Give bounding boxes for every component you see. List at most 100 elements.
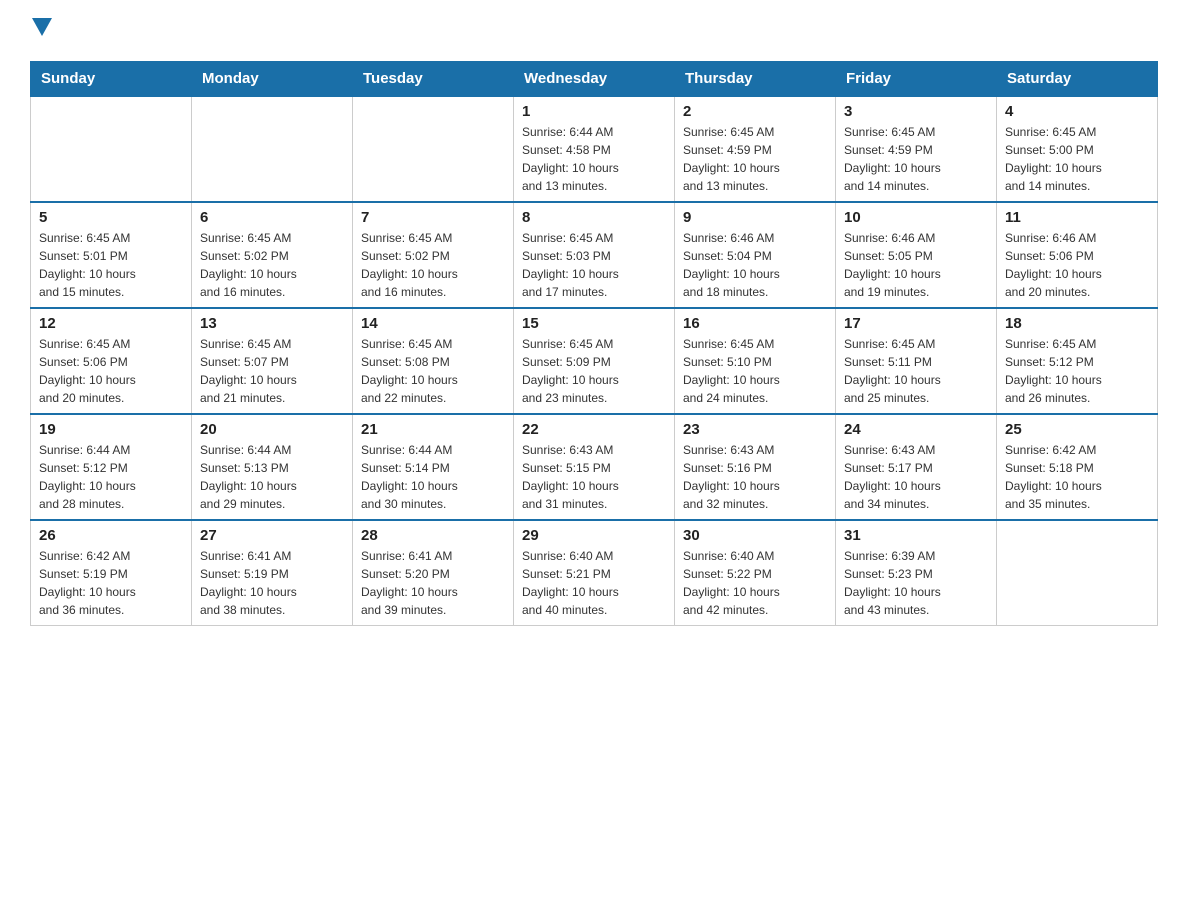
calendar-cell: 14 Sunrise: 6:45 AM Sunset: 5:08 PM Dayli…	[353, 308, 514, 414]
calendar-table: SundayMondayTuesdayWednesdayThursdayFrid…	[30, 61, 1158, 626]
day-number: 8	[522, 209, 666, 226]
day-number: 22	[522, 421, 666, 438]
calendar-week-row: 19 Sunrise: 6:44 AM Sunset: 5:12 PM Dayli…	[31, 414, 1158, 520]
day-info: Sunrise: 6:44 AM Sunset: 5:13 PM Dayligh…	[200, 441, 344, 513]
calendar-cell	[31, 96, 192, 202]
day-info: Sunrise: 6:45 AM Sunset: 5:01 PM Dayligh…	[39, 229, 183, 301]
day-info: Sunrise: 6:41 AM Sunset: 5:20 PM Dayligh…	[361, 547, 505, 619]
weekday-header-friday: Friday	[836, 62, 997, 97]
logo-triangle-icon	[32, 18, 52, 38]
day-number: 10	[844, 209, 988, 226]
day-number: 7	[361, 209, 505, 226]
day-number: 15	[522, 315, 666, 332]
day-info: Sunrise: 6:44 AM Sunset: 4:58 PM Dayligh…	[522, 123, 666, 195]
calendar-cell: 12 Sunrise: 6:45 AM Sunset: 5:06 PM Dayli…	[31, 308, 192, 414]
calendar-cell: 8 Sunrise: 6:45 AM Sunset: 5:03 PM Daylig…	[514, 202, 675, 308]
day-number: 4	[1005, 103, 1149, 120]
calendar-cell: 4Sunrise: 6:45 AM Sunset: 5:00 PM Daylig…	[997, 96, 1158, 202]
day-number: 30	[683, 527, 827, 544]
day-number: 21	[361, 421, 505, 438]
day-number: 25	[1005, 421, 1149, 438]
day-info: Sunrise: 6:44 AM Sunset: 5:12 PM Dayligh…	[39, 441, 183, 513]
calendar-week-row: 5 Sunrise: 6:45 AM Sunset: 5:01 PM Daylig…	[31, 202, 1158, 308]
calendar-week-row: 1 Sunrise: 6:44 AM Sunset: 4:58 PM Daylig…	[31, 96, 1158, 202]
calendar-cell: 21 Sunrise: 6:44 AM Sunset: 5:14 PM Dayli…	[353, 414, 514, 520]
day-number: 12	[39, 315, 183, 332]
calendar-cell: 27 Sunrise: 6:41 AM Sunset: 5:19 PM Dayli…	[192, 520, 353, 626]
calendar-cell: 26Sunrise: 6:42 AM Sunset: 5:19 PM Dayli…	[31, 520, 192, 626]
day-number: 20	[200, 421, 344, 438]
day-info: Sunrise: 6:42 AM Sunset: 5:18 PM Dayligh…	[1005, 441, 1149, 513]
day-number: 11	[1005, 209, 1149, 226]
calendar-cell	[192, 96, 353, 202]
calendar-cell: 18 Sunrise: 6:45 AM Sunset: 5:12 PM Dayli…	[997, 308, 1158, 414]
day-info: Sunrise: 6:46 AM Sunset: 5:06 PM Dayligh…	[1005, 229, 1149, 301]
weekday-header-sunday: Sunday	[31, 62, 192, 97]
calendar-cell: 19 Sunrise: 6:44 AM Sunset: 5:12 PM Dayli…	[31, 414, 192, 520]
calendar-cell: 20 Sunrise: 6:44 AM Sunset: 5:13 PM Dayli…	[192, 414, 353, 520]
day-number: 3	[844, 103, 988, 120]
day-info: Sunrise: 6:43 AM Sunset: 5:17 PM Dayligh…	[844, 441, 988, 513]
day-number: 31	[844, 527, 988, 544]
calendar-cell: 11 Sunrise: 6:46 AM Sunset: 5:06 PM Dayli…	[997, 202, 1158, 308]
calendar-cell: 17Sunrise: 6:45 AM Sunset: 5:11 PM Dayli…	[836, 308, 997, 414]
calendar-cell: 15 Sunrise: 6:45 AM Sunset: 5:09 PM Dayli…	[514, 308, 675, 414]
day-info: Sunrise: 6:44 AM Sunset: 5:14 PM Dayligh…	[361, 441, 505, 513]
day-number: 24	[844, 421, 988, 438]
calendar-cell: 28 Sunrise: 6:41 AM Sunset: 5:20 PM Dayli…	[353, 520, 514, 626]
day-info: Sunrise: 6:46 AM Sunset: 5:05 PM Dayligh…	[844, 229, 988, 301]
day-info: Sunrise: 6:43 AM Sunset: 5:15 PM Dayligh…	[522, 441, 666, 513]
calendar-cell	[353, 96, 514, 202]
day-number: 2	[683, 103, 827, 120]
day-info: Sunrise: 6:45 AM Sunset: 5:09 PM Dayligh…	[522, 335, 666, 407]
weekday-header-thursday: Thursday	[675, 62, 836, 97]
day-info: Sunrise: 6:45 AM Sunset: 5:07 PM Dayligh…	[200, 335, 344, 407]
day-info: Sunrise: 6:40 AM Sunset: 5:22 PM Dayligh…	[683, 547, 827, 619]
day-info: Sunrise: 6:45 AM Sunset: 5:03 PM Dayligh…	[522, 229, 666, 301]
day-number: 27	[200, 527, 344, 544]
calendar-header-row: SundayMondayTuesdayWednesdayThursdayFrid…	[31, 62, 1158, 97]
day-number: 19	[39, 421, 183, 438]
day-number: 9	[683, 209, 827, 226]
day-info: Sunrise: 6:45 AM Sunset: 5:02 PM Dayligh…	[200, 229, 344, 301]
day-info: Sunrise: 6:45 AM Sunset: 5:08 PM Dayligh…	[361, 335, 505, 407]
weekday-header-tuesday: Tuesday	[353, 62, 514, 97]
calendar-cell: 16 Sunrise: 6:45 AM Sunset: 5:10 PM Dayli…	[675, 308, 836, 414]
day-number: 1	[522, 103, 666, 120]
weekday-header-wednesday: Wednesday	[514, 62, 675, 97]
day-info: Sunrise: 6:45 AM Sunset: 5:02 PM Dayligh…	[361, 229, 505, 301]
day-info: Sunrise: 6:46 AM Sunset: 5:04 PM Dayligh…	[683, 229, 827, 301]
calendar-cell: 10 Sunrise: 6:46 AM Sunset: 5:05 PM Dayli…	[836, 202, 997, 308]
day-number: 17	[844, 315, 988, 332]
day-number: 28	[361, 527, 505, 544]
calendar-cell: 3Sunrise: 6:45 AM Sunset: 4:59 PM Daylig…	[836, 96, 997, 202]
calendar-cell: 22 Sunrise: 6:43 AM Sunset: 5:15 PM Dayli…	[514, 414, 675, 520]
day-number: 29	[522, 527, 666, 544]
calendar-cell: 1 Sunrise: 6:44 AM Sunset: 4:58 PM Daylig…	[514, 96, 675, 202]
calendar-cell: 25 Sunrise: 6:42 AM Sunset: 5:18 PM Dayli…	[997, 414, 1158, 520]
day-info: Sunrise: 6:45 AM Sunset: 5:10 PM Dayligh…	[683, 335, 827, 407]
day-number: 13	[200, 315, 344, 332]
day-info: Sunrise: 6:42 AM Sunset: 5:19 PM Dayligh…	[39, 547, 183, 619]
calendar-cell: 6Sunrise: 6:45 AM Sunset: 5:02 PM Daylig…	[192, 202, 353, 308]
calendar-cell: 2Sunrise: 6:45 AM Sunset: 4:59 PM Daylig…	[675, 96, 836, 202]
weekday-header-saturday: Saturday	[997, 62, 1158, 97]
day-info: Sunrise: 6:45 AM Sunset: 5:06 PM Dayligh…	[39, 335, 183, 407]
day-number: 16	[683, 315, 827, 332]
day-number: 14	[361, 315, 505, 332]
calendar-cell: 30 Sunrise: 6:40 AM Sunset: 5:22 PM Dayli…	[675, 520, 836, 626]
calendar-cell: 13 Sunrise: 6:45 AM Sunset: 5:07 PM Dayli…	[192, 308, 353, 414]
calendar-cell: 23Sunrise: 6:43 AM Sunset: 5:16 PM Dayli…	[675, 414, 836, 520]
calendar-week-row: 26Sunrise: 6:42 AM Sunset: 5:19 PM Dayli…	[31, 520, 1158, 626]
day-number: 23	[683, 421, 827, 438]
day-number: 5	[39, 209, 183, 226]
day-info: Sunrise: 6:45 AM Sunset: 5:12 PM Dayligh…	[1005, 335, 1149, 407]
calendar-cell: 29Sunrise: 6:40 AM Sunset: 5:21 PM Dayli…	[514, 520, 675, 626]
page-header	[30, 20, 1158, 45]
weekday-header-monday: Monday	[192, 62, 353, 97]
day-info: Sunrise: 6:39 AM Sunset: 5:23 PM Dayligh…	[844, 547, 988, 619]
day-number: 18	[1005, 315, 1149, 332]
calendar-cell: 5 Sunrise: 6:45 AM Sunset: 5:01 PM Daylig…	[31, 202, 192, 308]
day-info: Sunrise: 6:41 AM Sunset: 5:19 PM Dayligh…	[200, 547, 344, 619]
calendar-cell: 9 Sunrise: 6:46 AM Sunset: 5:04 PM Daylig…	[675, 202, 836, 308]
